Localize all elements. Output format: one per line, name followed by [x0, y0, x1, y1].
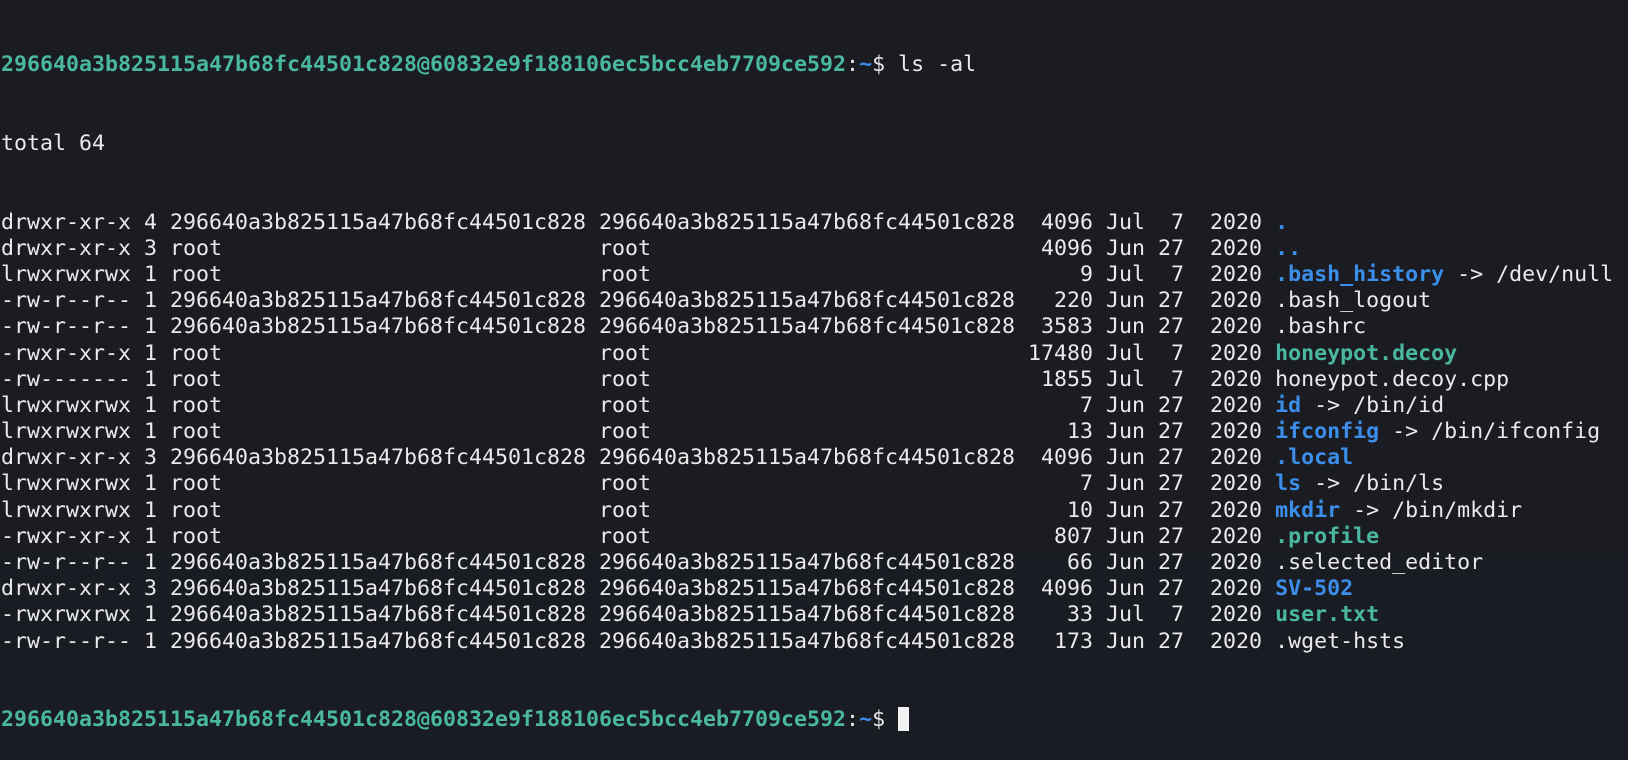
text-cursor[interactable]	[898, 707, 910, 732]
symlink-target: -> /bin/id	[1301, 392, 1445, 418]
listing-row: -rw-r--r-- 1 296640a3b825115a47b68fc4450…	[1, 288, 1628, 314]
listing-row: drwxr-xr-x 3 296640a3b825115a47b68fc4450…	[1, 445, 1628, 471]
entry-meta: lrwxrwxrwx 1 root root 10 Jun 27 2020	[1, 497, 1276, 523]
entry-name: honeypot.decoy	[1275, 340, 1458, 366]
listing-row: drwxr-xr-x 3 296640a3b825115a47b68fc4450…	[1, 576, 1628, 602]
prompt-line: 296640a3b825115a47b68fc44501c828@60832e9…	[1, 52, 1628, 78]
listing-row: -rwxr-xr-x 1 root root 807 Jun 27 2020 .…	[1, 524, 1628, 550]
listing-row: lrwxrwxrwx 1 root root 7 Jun 27 2020 id …	[1, 393, 1628, 419]
listing-row: drwxr-xr-x 3 root root 4096 Jun 27 2020 …	[1, 236, 1628, 262]
terminal-window[interactable]: 296640a3b825115a47b68fc44501c828@60832e9…	[0, 0, 1628, 732]
ls-listing: drwxr-xr-x 4 296640a3b825115a47b68fc4450…	[1, 210, 1628, 655]
listing-row: -rw-r--r-- 1 296640a3b825115a47b68fc4450…	[1, 314, 1628, 340]
entry-meta: drwxr-xr-x 3 296640a3b825115a47b68fc4450…	[1, 445, 1276, 471]
entry-name: id	[1275, 392, 1302, 418]
entry-meta: drwxr-xr-x 3 296640a3b825115a47b68fc4450…	[1, 576, 1276, 602]
entry-meta: -rw------- 1 root root 1855 Jul 7 2020	[1, 366, 1276, 392]
entry-meta: -rwxr-xr-x 1 root root 17480 Jul 7 2020	[1, 340, 1276, 366]
entry-name: ls	[1275, 471, 1302, 497]
entry-meta: lrwxrwxrwx 1 root root 9 Jul 7 2020	[1, 261, 1276, 287]
prompt-separator: :	[846, 707, 860, 733]
entry-name: .selected_editor	[1275, 550, 1484, 576]
entry-meta: lrwxrwxrwx 1 root root 13 Jun 27 2020	[1, 419, 1276, 445]
entry-meta: lrwxrwxrwx 1 root root 7 Jun 27 2020	[1, 471, 1276, 497]
listing-row: drwxr-xr-x 4 296640a3b825115a47b68fc4450…	[1, 210, 1628, 236]
entry-name: honeypot.decoy.cpp	[1275, 366, 1510, 392]
entry-meta: drwxr-xr-x 4 296640a3b825115a47b68fc4450…	[1, 209, 1276, 235]
symlink-target: -> /bin/mkdir	[1340, 497, 1523, 523]
entry-name: ..	[1275, 235, 1302, 261]
active-prompt-line[interactable]: 296640a3b825115a47b68fc44501c828@60832e9…	[1, 707, 1628, 733]
total-line: total 64	[1, 131, 106, 156]
prompt-symbol: $	[872, 707, 899, 733]
listing-row: -rw-r--r-- 1 296640a3b825115a47b68fc4450…	[1, 550, 1628, 576]
listing-row: lrwxrwxrwx 1 root root 7 Jun 27 2020 ls …	[1, 471, 1628, 497]
entry-name: .wget-hsts	[1275, 628, 1406, 654]
entry-meta: -rwxr-xr-x 1 root root 807 Jun 27 2020	[1, 523, 1276, 549]
entry-name: .bashrc	[1275, 314, 1367, 340]
listing-row: lrwxrwxrwx 1 root root 9 Jul 7 2020 .bas…	[1, 262, 1628, 288]
entry-meta: drwxr-xr-x 3 root root 4096 Jun 27 2020	[1, 235, 1276, 261]
entry-meta: -rw-r--r-- 1 296640a3b825115a47b68fc4450…	[1, 288, 1276, 314]
symlink-target: -> /bin/ls	[1301, 471, 1445, 497]
entry-name: .profile	[1275, 523, 1380, 549]
entry-name: SV-502	[1275, 576, 1354, 602]
prompt-path: ~	[859, 707, 873, 733]
listing-row: lrwxrwxrwx 1 root root 10 Jun 27 2020 mk…	[1, 498, 1628, 524]
entry-meta: -rw-r--r-- 1 296640a3b825115a47b68fc4450…	[1, 628, 1276, 654]
entry-name: ifconfig	[1275, 419, 1380, 445]
listing-row: -rw------- 1 root root 1855 Jul 7 2020 h…	[1, 367, 1628, 393]
entry-name: mkdir	[1275, 497, 1341, 523]
symlink-target: -> /dev/null	[1444, 261, 1614, 287]
entry-name: .bash_history	[1275, 261, 1445, 287]
prompt-separator: :	[846, 52, 860, 78]
prompt-user-host: 296640a3b825115a47b68fc44501c828@60832e9…	[1, 707, 847, 733]
listing-row: lrwxrwxrwx 1 root root 13 Jun 27 2020 if…	[1, 419, 1628, 445]
entry-meta: -rw-r--r-- 1 296640a3b825115a47b68fc4450…	[1, 550, 1276, 576]
entry-name: .local	[1275, 445, 1354, 471]
prompt-symbol: $	[872, 52, 899, 78]
prompt-user-host: 296640a3b825115a47b68fc44501c828@60832e9…	[1, 52, 847, 78]
entry-meta: lrwxrwxrwx 1 root root 7 Jun 27 2020	[1, 392, 1276, 418]
entry-meta: -rw-r--r-- 1 296640a3b825115a47b68fc4450…	[1, 314, 1276, 340]
entry-name: user.txt	[1275, 602, 1380, 628]
symlink-target: -> /bin/ifconfig	[1379, 419, 1601, 445]
listing-row: -rwxrwxrwx 1 296640a3b825115a47b68fc4450…	[1, 602, 1628, 628]
entry-meta: -rwxrwxrwx 1 296640a3b825115a47b68fc4450…	[1, 602, 1276, 628]
prompt-path: ~	[859, 52, 873, 78]
listing-row: -rw-r--r-- 1 296640a3b825115a47b68fc4450…	[1, 629, 1628, 655]
entry-name: .bash_logout	[1275, 288, 1432, 314]
command-text: ls -al	[898, 52, 977, 78]
entry-name: .	[1275, 209, 1289, 235]
listing-row: -rwxr-xr-x 1 root root 17480 Jul 7 2020 …	[1, 341, 1628, 367]
